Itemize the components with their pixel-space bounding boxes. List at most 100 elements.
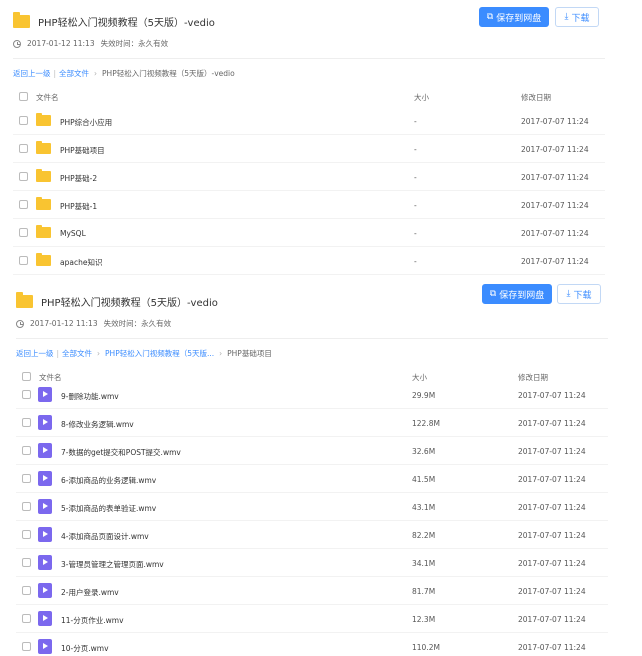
- file-name[interactable]: 9-删除功能.wmv: [61, 391, 119, 402]
- row-checkbox[interactable]: [22, 558, 31, 567]
- file-size: 82.2M: [412, 531, 436, 540]
- table-row[interactable]: PHP基础-2 - 2017-07-07 11:24: [13, 163, 605, 191]
- table-row[interactable]: 3-管理员管理之管理页面.wmv 34.1M 2017-07-07 11:24: [16, 549, 608, 577]
- row-checkbox[interactable]: [19, 228, 28, 237]
- video-file-icon: [38, 611, 52, 626]
- file-name[interactable]: 8-修改业务逻辑.wmv: [61, 419, 134, 430]
- divider: [16, 338, 608, 339]
- file-name[interactable]: 11-分页作业.wmv: [61, 615, 124, 626]
- file-size: -: [414, 257, 417, 266]
- file-name[interactable]: PHP基础-2: [60, 173, 97, 184]
- select-all-checkbox[interactable]: [19, 92, 28, 101]
- row-checkbox[interactable]: [22, 502, 31, 511]
- file-date: 2017-07-07 11:24: [518, 503, 586, 512]
- file-date: 2017-07-07 11:24: [518, 447, 586, 456]
- file-date: 2017-07-07 11:24: [518, 391, 586, 400]
- chevron-right-icon: ›: [219, 349, 223, 358]
- file-size: 41.5M: [412, 475, 436, 484]
- row-checkbox[interactable]: [19, 116, 28, 125]
- row-checkbox[interactable]: [19, 256, 28, 265]
- folder-icon: [36, 253, 51, 266]
- file-name[interactable]: PHP基础项目: [60, 145, 105, 156]
- column-size: 大小: [414, 93, 429, 102]
- share-timestamp: 2017-01-12 11:13: [27, 39, 95, 48]
- expiry-text: 失效时间：永久有效: [100, 39, 169, 48]
- folder-icon: [36, 169, 51, 182]
- file-size: -: [414, 145, 417, 154]
- row-checkbox[interactable]: [22, 614, 31, 623]
- all-files-link[interactable]: 全部文件: [62, 348, 92, 359]
- file-date: 2017-07-07 11:24: [518, 559, 586, 568]
- select-all-checkbox[interactable]: [22, 372, 31, 381]
- download-icon: ⤓: [566, 289, 571, 299]
- table-row[interactable]: 9-删除功能.wmv 29.9M 2017-07-07 11:24: [16, 381, 608, 409]
- file-name[interactable]: 10-分页.wmv: [61, 643, 109, 654]
- row-checkbox[interactable]: [22, 530, 31, 539]
- table-row[interactable]: 11-分页作业.wmv 12.3M 2017-07-07 11:24: [16, 605, 608, 633]
- breadcrumb-parent-link[interactable]: PHP轻松入门视频教程（5天版...: [105, 348, 214, 359]
- table-row[interactable]: PHP基础项目 - 2017-07-07 11:24: [13, 135, 605, 163]
- row-checkbox[interactable]: [22, 390, 31, 399]
- folder-icon: [36, 113, 51, 126]
- share-title: PHP轻松入门视频教程（5天版）-vedio: [38, 17, 215, 29]
- file-name[interactable]: PHP综合小应用: [60, 117, 112, 128]
- download-button[interactable]: ⤓ 下载: [555, 7, 599, 27]
- file-name[interactable]: PHP基础-1: [60, 201, 97, 212]
- row-checkbox[interactable]: [19, 172, 28, 181]
- table-row[interactable]: PHP综合小应用 - 2017-07-07 11:24: [13, 107, 605, 135]
- table-row[interactable]: MySQL - 2017-07-07 11:24: [13, 219, 605, 247]
- row-checkbox[interactable]: [22, 586, 31, 595]
- file-name[interactable]: MySQL: [60, 229, 86, 238]
- file-name[interactable]: 2-用户登录.wmv: [61, 587, 119, 598]
- video-file-icon: [38, 443, 52, 458]
- table-row[interactable]: 5-添加商品的表单验证.wmv 43.1M 2017-07-07 11:24: [16, 493, 608, 521]
- table-row[interactable]: 10-分页.wmv 110.2M 2017-07-07 11:24: [16, 633, 608, 656]
- table-row[interactable]: 7-数据的get提交和POST提交.wmv 32.6M 2017-07-07 1…: [16, 437, 608, 465]
- file-name[interactable]: 4-添加商品页面设计.wmv: [61, 531, 149, 542]
- table-row[interactable]: apache知识 - 2017-07-07 11:24: [13, 247, 605, 275]
- clock-icon: [16, 319, 24, 328]
- file-name[interactable]: 3-管理员管理之管理页面.wmv: [61, 559, 164, 570]
- back-link[interactable]: 返回上一级: [13, 68, 51, 79]
- download-button[interactable]: ⤓ 下载: [557, 284, 601, 304]
- chevron-right-icon: ›: [97, 349, 101, 358]
- video-file-icon: [38, 415, 52, 430]
- back-link[interactable]: 返回上一级: [16, 348, 54, 359]
- table-row[interactable]: 6-添加商品的业务逻辑.wmv 41.5M 2017-07-07 11:24: [16, 465, 608, 493]
- table-row[interactable]: 8-修改业务逻辑.wmv 122.8M 2017-07-07 11:24: [16, 409, 608, 437]
- row-checkbox[interactable]: [19, 200, 28, 209]
- save-to-drive-button[interactable]: ⧉ 保存到网盘: [479, 7, 549, 27]
- row-checkbox[interactable]: [22, 446, 31, 455]
- row-checkbox[interactable]: [19, 144, 28, 153]
- file-size: -: [414, 173, 417, 182]
- file-name[interactable]: 6-添加商品的业务逻辑.wmv: [61, 475, 156, 486]
- file-size: 34.1M: [412, 559, 436, 568]
- row-checkbox[interactable]: [22, 418, 31, 427]
- download-icon: ⤓: [564, 12, 569, 22]
- file-size: 81.7M: [412, 587, 436, 596]
- file-date: 2017-07-07 11:24: [521, 173, 589, 182]
- share-title: PHP轻松入门视频教程（5天版）-vedio: [41, 297, 218, 309]
- column-date: 修改日期: [521, 93, 551, 102]
- breadcrumb-current: PHP轻松入门视频教程（5天版）-vedio: [102, 69, 235, 78]
- file-date: 2017-07-07 11:24: [521, 145, 589, 154]
- file-name[interactable]: 7-数据的get提交和POST提交.wmv: [61, 447, 181, 458]
- row-checkbox[interactable]: [22, 642, 31, 651]
- video-file-icon: [38, 527, 52, 542]
- clock-icon: [13, 39, 21, 48]
- share-meta: 2017-01-12 11:13 失效时间：永久有效: [13, 38, 168, 49]
- file-date: 2017-07-07 11:24: [518, 615, 586, 624]
- file-date: 2017-07-07 11:24: [518, 419, 586, 428]
- save-icon: ⧉: [486, 12, 494, 22]
- save-to-drive-button[interactable]: ⧉ 保存到网盘: [482, 284, 552, 304]
- all-files-link[interactable]: 全部文件: [59, 68, 89, 79]
- row-checkbox[interactable]: [22, 474, 31, 483]
- file-size: 110.2M: [412, 643, 440, 652]
- file-name[interactable]: apache知识: [60, 257, 102, 268]
- table-row[interactable]: PHP基础-1 - 2017-07-07 11:24: [13, 191, 605, 219]
- file-name[interactable]: 5-添加商品的表单验证.wmv: [61, 503, 156, 514]
- column-name: 文件名: [36, 93, 59, 102]
- table-row[interactable]: 4-添加商品页面设计.wmv 82.2M 2017-07-07 11:24: [16, 521, 608, 549]
- table-row[interactable]: 2-用户登录.wmv 81.7M 2017-07-07 11:24: [16, 577, 608, 605]
- folder-icon: [36, 197, 51, 210]
